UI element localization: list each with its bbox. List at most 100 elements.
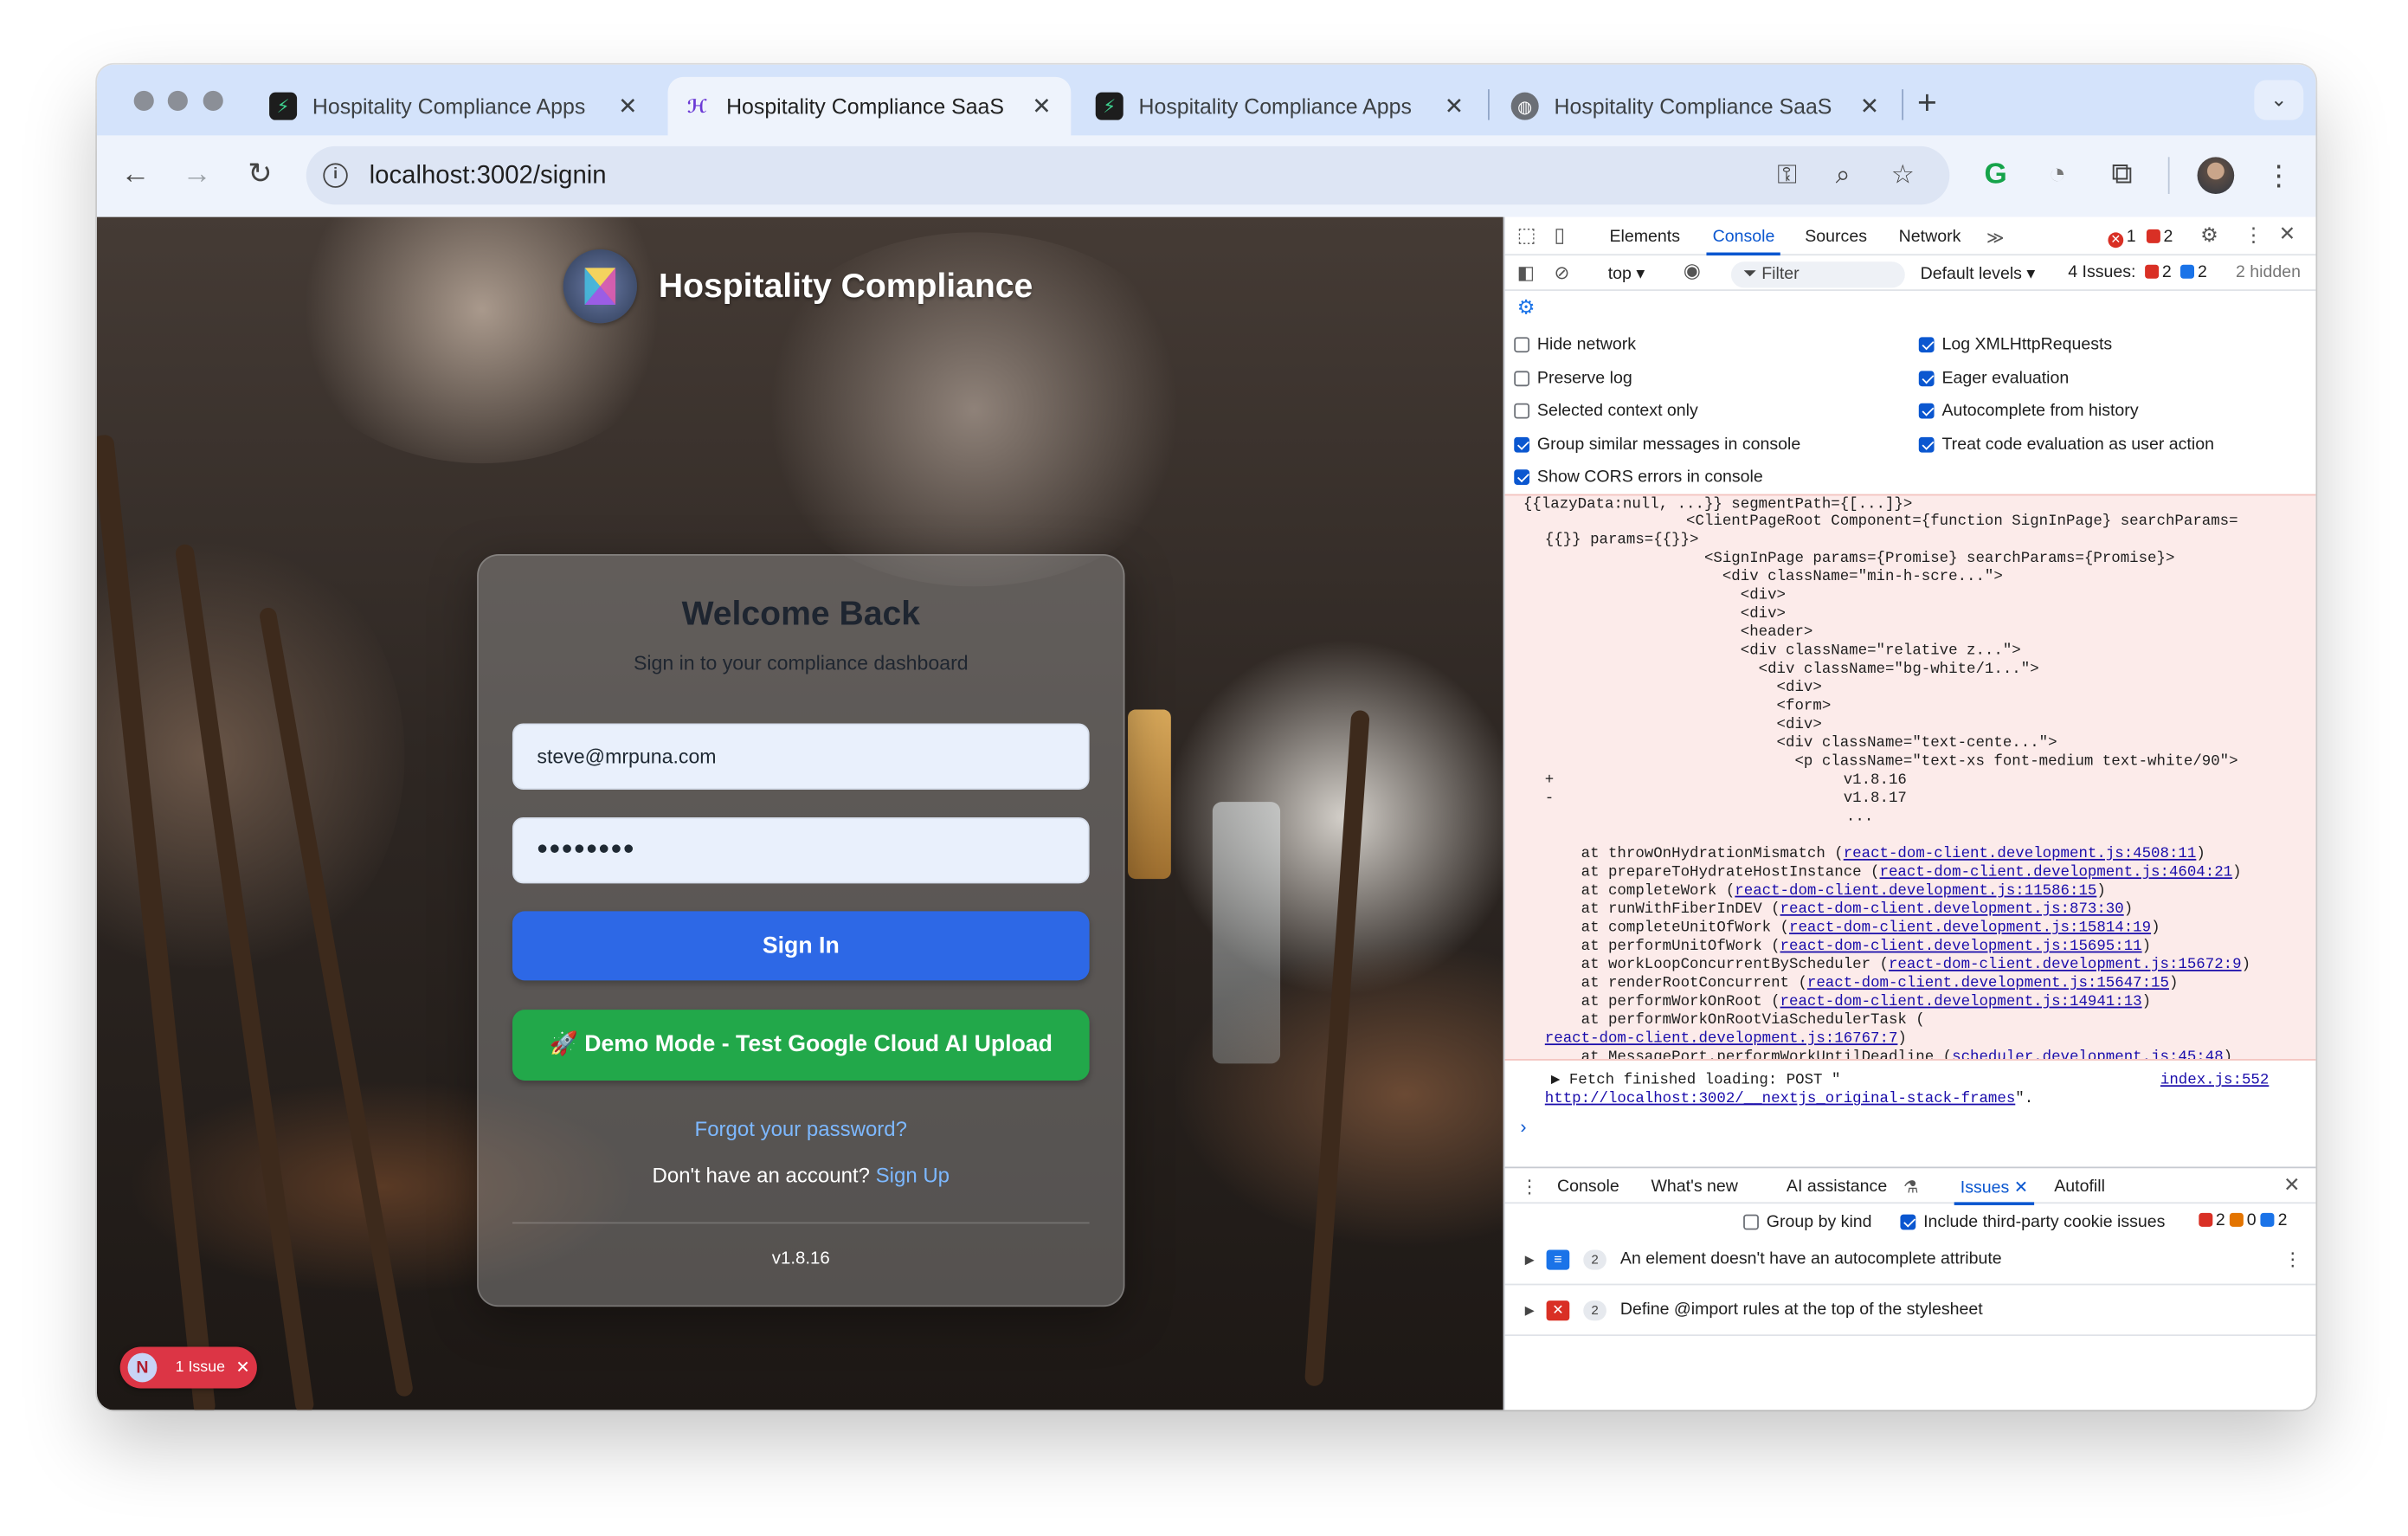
inspect-element-icon[interactable]: ⬚ [1517, 224, 1536, 247]
back-arrow-icon[interactable]: ← [117, 157, 154, 194]
close-icon[interactable]: ✕ [235, 1358, 249, 1378]
clear-console-icon[interactable]: ⊘ [1554, 261, 1569, 283]
more-tabs-icon[interactable]: ≫ [1986, 228, 2004, 248]
browser-tab-4[interactable]: ◍ Hospitality Compliance SaaS ✕ [1496, 77, 1899, 136]
tab-network[interactable]: Network [1899, 228, 1961, 246]
devtools-kebab-icon[interactable]: ⋮ [2244, 224, 2263, 247]
kebab-menu-icon[interactable]: ⋮ [2260, 157, 2297, 194]
console-warning-count[interactable]: 2 [2146, 228, 2173, 246]
frame-link[interactable]: react-dom-client.development.js:873:30 [1780, 900, 2124, 918]
address-bar[interactable]: i localhost:3002/signin ⚿ ⌕ ☆ [306, 145, 1950, 205]
drawer-tab-ai-assistance[interactable]: AI assistance [1787, 1178, 1887, 1196]
reload-icon[interactable]: ↻ [241, 157, 279, 194]
close-drawer-icon[interactable]: ✕ [2283, 1173, 2300, 1196]
checkbox[interactable] [1918, 337, 1935, 353]
extension-loader-icon[interactable]: ◔ [2038, 157, 2076, 194]
frame-link[interactable]: react-dom-client.development.js:15695:11 [1780, 938, 2142, 955]
issue-row[interactable]: ▶ ≡ 2 An element doesn't have an autocom… [1504, 1237, 2316, 1286]
option-third-party-cookies[interactable]: Include third-party cookie issues [1900, 1213, 2165, 1231]
option-preserve-log[interactable]: Preserve log [1514, 370, 1632, 388]
frame-link[interactable]: scheduler.development.js:45:48 [1952, 1049, 2224, 1059]
profile-avatar[interactable] [2197, 157, 2235, 194]
console-settings-gear-icon[interactable]: ⚙ [1517, 296, 1536, 319]
expand-triangle-icon[interactable]: ▶ [1525, 1304, 1535, 1318]
checkbox[interactable] [1514, 403, 1530, 419]
option-selected-context[interactable]: Selected context only [1514, 402, 1698, 420]
device-toolbar-icon[interactable]: ▯ [1554, 224, 1565, 247]
console-prompt-icon[interactable]: › [1520, 1116, 1526, 1138]
email-field[interactable]: steve@mrpuna.com [512, 723, 1090, 790]
live-expression-eye-icon[interactable]: ◉ [1684, 260, 1701, 281]
drawer-tab-issues[interactable]: Issues ✕ [1954, 1178, 2035, 1205]
site-info-icon[interactable]: i [323, 163, 348, 188]
frame-link[interactable]: react-dom-client.development.js:16767:7 [1545, 1029, 1898, 1047]
console-filter-input[interactable]: ⏷ Filter [1730, 261, 1905, 288]
close-tab-icon[interactable]: ✕ [1028, 93, 1056, 119]
checkbox[interactable] [1514, 469, 1530, 485]
issue-menu-icon[interactable]: ⋮ [2283, 1249, 2302, 1270]
frame-link[interactable]: react-dom-client.development.js:11586:15 [1735, 882, 2096, 900]
drawer-menu-icon[interactable]: ⋮ [1520, 1176, 1538, 1197]
forgot-password-link[interactable]: Forgot your password? [479, 1118, 1124, 1141]
tab-search-chevron-icon[interactable]: ⌄ [2254, 80, 2304, 120]
option-log-xhr[interactable]: Log XMLHttpRequests [1918, 336, 2112, 354]
frame-link[interactable]: react-dom-client.development.js:15814:19 [1789, 919, 2151, 936]
browser-tab-2[interactable]: ℋ Hospitality Compliance SaaS ✕ [667, 76, 1072, 136]
checkbox[interactable] [1918, 403, 1935, 419]
option-eager-eval[interactable]: Eager evaluation [1918, 370, 2069, 388]
option-group-similar[interactable]: Group similar messages in console [1514, 436, 1800, 454]
drawer-tab-console[interactable]: Console [1557, 1178, 1619, 1196]
close-window-button[interactable] [133, 90, 154, 111]
issue-row[interactable]: ▶ ✕ 2 Define @import rules at the top of… [1504, 1288, 2316, 1337]
forward-arrow-icon[interactable]: → [178, 157, 216, 194]
frame-link[interactable]: react-dom-client.development.js:15672:9 [1889, 956, 2242, 973]
frame-link[interactable]: react-dom-client.development.js:4508:11 [1844, 845, 2197, 862]
context-selector[interactable]: top ▾ [1608, 263, 1645, 283]
grammarly-icon[interactable]: G [1977, 157, 2014, 194]
new-tab-icon[interactable]: + [1917, 83, 1937, 123]
console-error-count[interactable]: ✕ 1 [2108, 228, 2136, 248]
checkbox[interactable] [1918, 436, 1935, 453]
bookmark-star-icon[interactable]: ☆ [1891, 160, 1915, 191]
checkbox[interactable] [1743, 1214, 1759, 1230]
tab-elements[interactable]: Elements [1609, 228, 1680, 246]
checkbox[interactable] [1514, 371, 1530, 387]
frame-link[interactable]: react-dom-client.development.js:15647:15 [1807, 974, 2169, 991]
password-key-icon[interactable]: ⚿ [1777, 160, 1797, 191]
option-autocomplete-history[interactable]: Autocomplete from history [1918, 402, 2139, 420]
close-tab-icon[interactable]: ✕ [2014, 1179, 2028, 1197]
nextjs-issue-badge[interactable]: N 1 Issue ✕ [119, 1346, 257, 1389]
log-levels-dropdown[interactable]: Default levels ▾ [1921, 263, 2036, 283]
frame-link[interactable]: react-dom-client.development.js:14941:13 [1780, 993, 2142, 1010]
drawer-tab-autofill[interactable]: Autofill [2054, 1178, 2105, 1196]
checkbox[interactable] [1918, 371, 1935, 387]
browser-tab-3[interactable]: ⚡ Hospitality Compliance Apps ✕ [1080, 77, 1484, 136]
option-hide-network[interactable]: Hide network [1514, 336, 1636, 354]
option-user-action[interactable]: Treat code evaluation as user action [1918, 436, 2214, 454]
issues-summary[interactable]: 4 Issues: 2 2 [2068, 263, 2207, 281]
close-devtools-icon[interactable]: ✕ [2279, 223, 2295, 245]
sign-up-link[interactable]: Sign Up [876, 1164, 950, 1187]
drawer-tab-whats-new[interactable]: What's new [1651, 1178, 1737, 1196]
settings-gear-icon[interactable]: ⚙ [2200, 224, 2218, 247]
sign-in-button[interactable]: Sign In [512, 911, 1090, 981]
password-field[interactable]: •••••••• [512, 816, 1090, 884]
browser-tab-1[interactable]: ⚡ Hospitality Compliance Apps ✕ [254, 77, 657, 136]
demo-mode-button[interactable]: 🚀 Demo Mode - Test Google Cloud AI Uploa… [512, 1010, 1090, 1081]
zoom-window-button[interactable] [203, 90, 223, 111]
close-tab-icon[interactable]: ✕ [1856, 93, 1883, 119]
fetch-log-line[interactable]: ▶ Fetch finished loading: POST " [1551, 1071, 1840, 1088]
expand-triangle-icon[interactable]: ▶ [1525, 1253, 1535, 1267]
checkbox[interactable] [1900, 1214, 1916, 1230]
option-group-by-kind[interactable]: Group by kind [1743, 1213, 1872, 1231]
close-tab-icon[interactable]: ✕ [614, 93, 641, 119]
option-cors-errors[interactable]: Show CORS errors in console [1514, 468, 1763, 487]
tab-sources[interactable]: Sources [1805, 228, 1867, 246]
checkbox[interactable] [1514, 337, 1530, 353]
extensions-puzzle-icon[interactable]: ⧉ [2103, 157, 2141, 194]
minimize-window-button[interactable] [167, 90, 188, 111]
sidebar-toggle-icon[interactable]: ◧ [1517, 261, 1535, 283]
fetch-url-link[interactable]: http://localhost:3002/__nextjs_original-… [1545, 1090, 2015, 1107]
tab-console[interactable]: Console [1706, 228, 1782, 256]
fetch-source-link[interactable]: index.js:552 [2160, 1071, 2269, 1088]
